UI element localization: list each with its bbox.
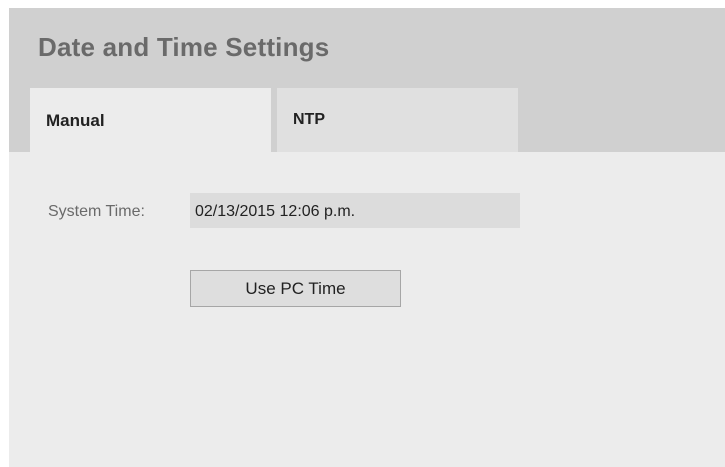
tab-manual-label: Manual (46, 111, 105, 130)
tab-manual[interactable]: Manual (30, 88, 271, 152)
system-time-value: 02/13/2015 12:06 p.m. (190, 193, 520, 228)
use-pc-time-button[interactable]: Use PC Time (190, 270, 401, 307)
page-title: Date and Time Settings (38, 32, 330, 62)
settings-header: Date and Time Settings Manual NTP (9, 8, 725, 152)
tab-ntp-label: NTP (293, 111, 325, 128)
tab-ntp[interactable]: NTP (277, 88, 518, 152)
system-time-label: System Time: (48, 203, 145, 220)
settings-panel: Date and Time Settings Manual NTP System… (9, 8, 725, 467)
